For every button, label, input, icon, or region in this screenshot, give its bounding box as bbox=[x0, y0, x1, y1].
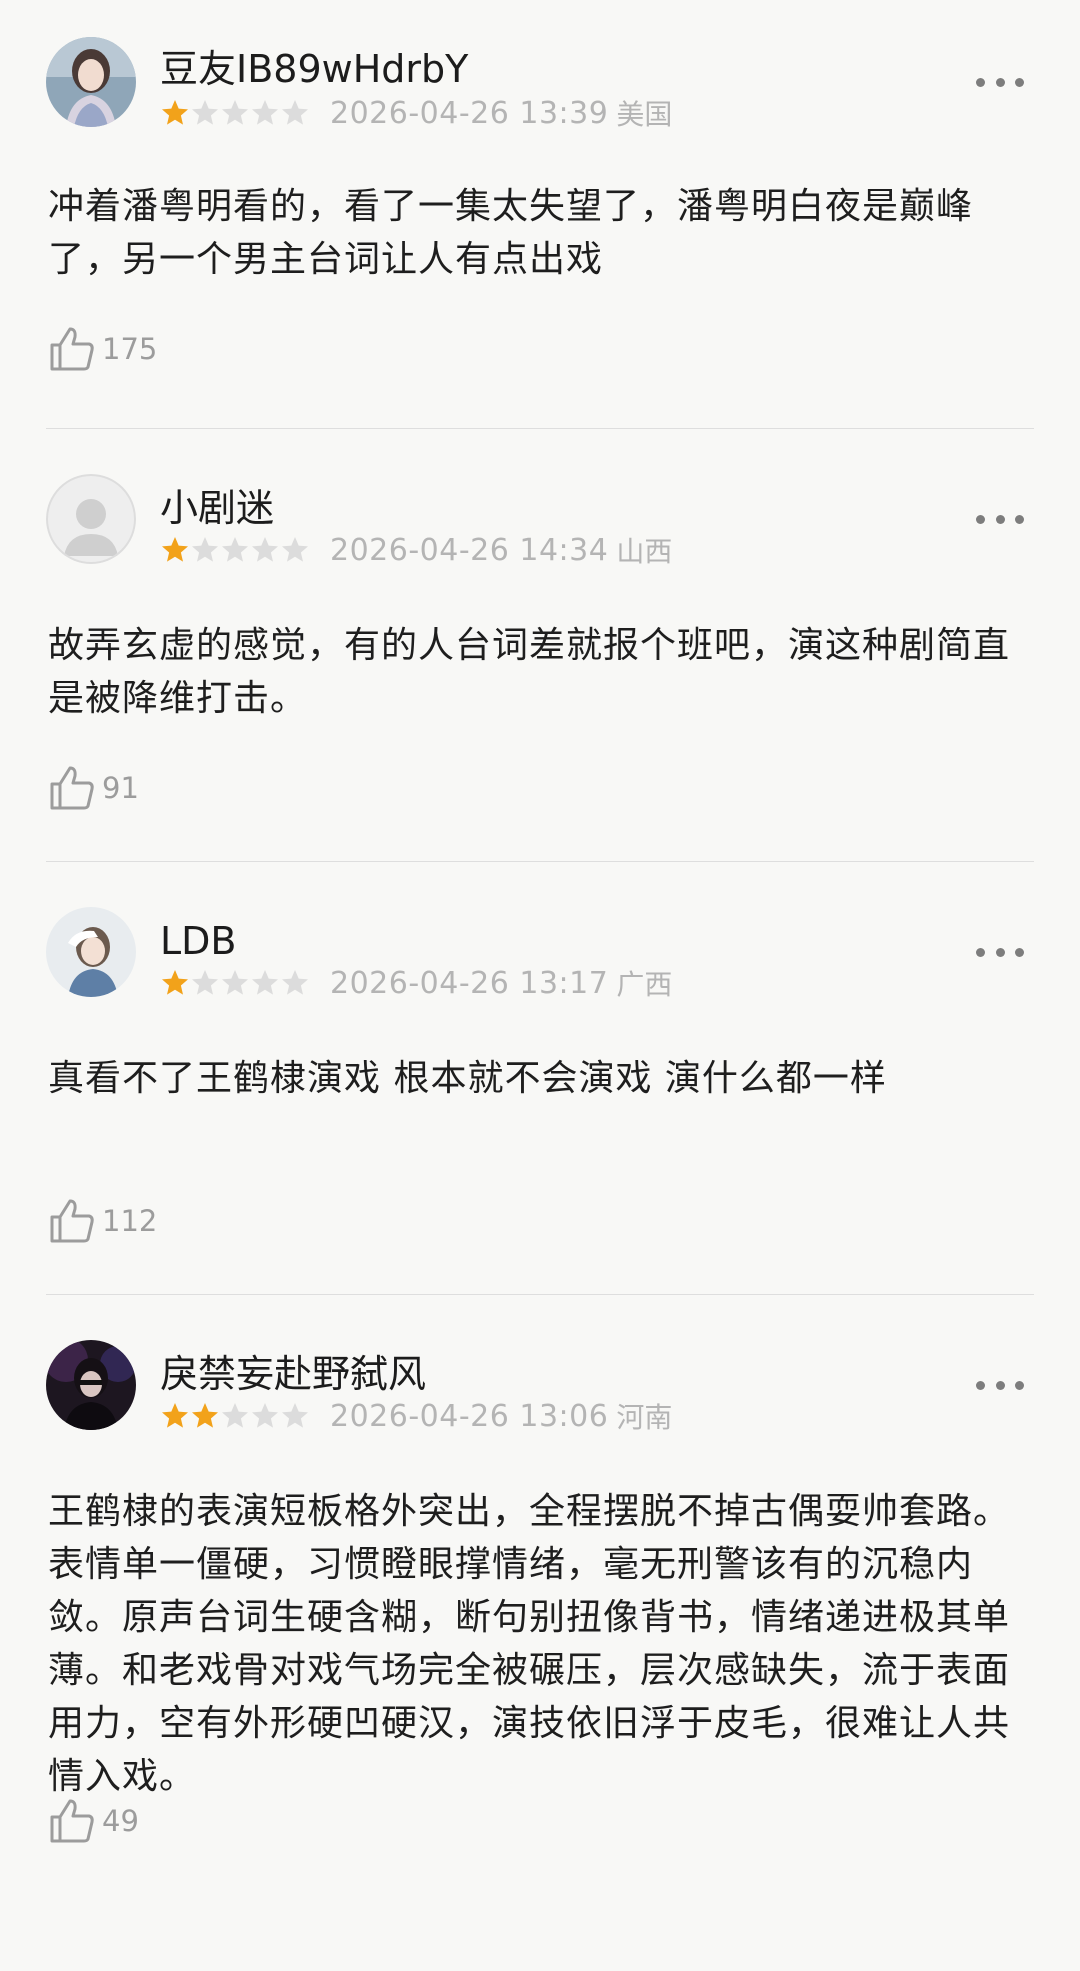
username[interactable]: 小剧迷 bbox=[160, 489, 274, 527]
star-empty-icon bbox=[192, 537, 218, 562]
review-text: 故弄玄虚的感觉，有的人台词差就报个班吧，演这种剧简直是被降维打击。 bbox=[48, 625, 1011, 719]
like-button[interactable]: 49 bbox=[48, 1797, 139, 1845]
like-button[interactable]: 112 bbox=[48, 1197, 157, 1245]
more-options-icon[interactable] bbox=[976, 1375, 1024, 1395]
review-text: 真看不了王鹤棣演戏 根本就不会演戏 演什么都一样 bbox=[48, 1058, 887, 1099]
star-empty-icon bbox=[252, 100, 278, 125]
star-filled-icon bbox=[162, 970, 188, 995]
star-empty-icon bbox=[222, 537, 248, 562]
star-rating bbox=[160, 535, 310, 565]
review-location: 广西 bbox=[616, 968, 673, 1001]
review-text: 冲着潘粤明看的，看了一集太失望了，潘粤明白夜是巅峰了，另一个男主台词让人有点出戏 bbox=[48, 186, 974, 280]
thumbs-up-icon bbox=[50, 327, 94, 371]
username[interactable]: 戾禁妄赴野弑风 bbox=[160, 1355, 426, 1393]
user-photo-avatar[interactable] bbox=[46, 907, 136, 997]
review-location: 美国 bbox=[616, 98, 673, 131]
like-count: 49 bbox=[102, 1804, 139, 1838]
star-filled-icon bbox=[162, 1403, 188, 1428]
user-photo-avatar[interactable] bbox=[46, 37, 136, 127]
review-timestamp: 2026-04-26 13:39 bbox=[330, 95, 609, 131]
review-card: LDB 2026-04-26 13:17 广西 真看不了王鹤棣演戏 根本就不会演… bbox=[46, 862, 1034, 1295]
star-empty-icon bbox=[282, 1403, 308, 1428]
star-empty-icon bbox=[222, 970, 248, 995]
default-user-avatar[interactable] bbox=[46, 474, 136, 564]
star-empty-icon bbox=[252, 1403, 278, 1428]
star-empty-icon bbox=[252, 537, 278, 562]
star-rating bbox=[160, 968, 310, 998]
review-timestamp: 2026-04-26 14:34 bbox=[330, 532, 609, 568]
star-empty-icon bbox=[222, 1403, 248, 1428]
username[interactable]: 豆友IB89wHdrbY bbox=[160, 50, 468, 88]
more-options-icon[interactable] bbox=[976, 942, 1024, 962]
review-text: 王鹤棣的表演短板格外突出，全程摆脱不掉古偶耍帅套路。表情单一僵硬，习惯瞪眼撑情绪… bbox=[48, 1491, 1011, 1797]
star-filled-icon bbox=[162, 537, 188, 562]
star-empty-icon bbox=[222, 100, 248, 125]
review-location: 河南 bbox=[616, 1401, 673, 1434]
star-empty-icon bbox=[192, 100, 218, 125]
username[interactable]: LDB bbox=[160, 922, 237, 960]
like-count: 91 bbox=[102, 771, 139, 805]
review-card: 小剧迷 2026-04-26 14:34 山西 故弄玄虚的感觉，有的人台词差就报… bbox=[46, 429, 1034, 862]
review-list: 豆友IB89wHdrbY 2026-04-26 13:39 美国 冲着潘粤明看的… bbox=[0, 0, 1080, 1971]
more-options-icon[interactable] bbox=[976, 509, 1024, 529]
thumbs-up-icon bbox=[50, 766, 94, 810]
star-filled-icon bbox=[162, 100, 188, 125]
review-timestamp: 2026-04-26 13:17 bbox=[330, 965, 609, 1001]
star-empty-icon bbox=[192, 970, 218, 995]
review-card: 豆友IB89wHdrbY 2026-04-26 13:39 美国 冲着潘粤明看的… bbox=[46, 0, 1034, 429]
user-photo-avatar[interactable] bbox=[46, 1340, 136, 1430]
star-rating bbox=[160, 1401, 310, 1431]
review-meta: 2026-04-26 13:06 河南 bbox=[160, 1398, 672, 1434]
star-empty-icon bbox=[252, 970, 278, 995]
review-meta: 2026-04-26 14:34 山西 bbox=[160, 532, 672, 568]
star-empty-icon bbox=[282, 537, 308, 562]
star-empty-icon bbox=[282, 100, 308, 125]
review-meta: 2026-04-26 13:17 广西 bbox=[160, 965, 672, 1001]
more-options-icon[interactable] bbox=[976, 72, 1024, 92]
like-button[interactable]: 91 bbox=[48, 764, 139, 812]
review-meta: 2026-04-26 13:39 美国 bbox=[160, 95, 672, 131]
like-button[interactable]: 175 bbox=[48, 325, 157, 373]
thumbs-up-icon bbox=[50, 1199, 94, 1243]
star-rating bbox=[160, 98, 310, 128]
star-empty-icon bbox=[282, 970, 308, 995]
review-timestamp: 2026-04-26 13:06 bbox=[330, 1398, 609, 1434]
star-filled-icon bbox=[192, 1403, 218, 1428]
review-location: 山西 bbox=[616, 535, 673, 568]
thumbs-up-icon bbox=[50, 1799, 94, 1843]
like-count: 175 bbox=[102, 332, 158, 366]
review-card: 戾禁妄赴野弑风 2026-04-26 13:06 河南 王鹤棣的表演短板格外突出… bbox=[46, 1295, 1034, 1971]
like-count: 112 bbox=[102, 1204, 158, 1238]
